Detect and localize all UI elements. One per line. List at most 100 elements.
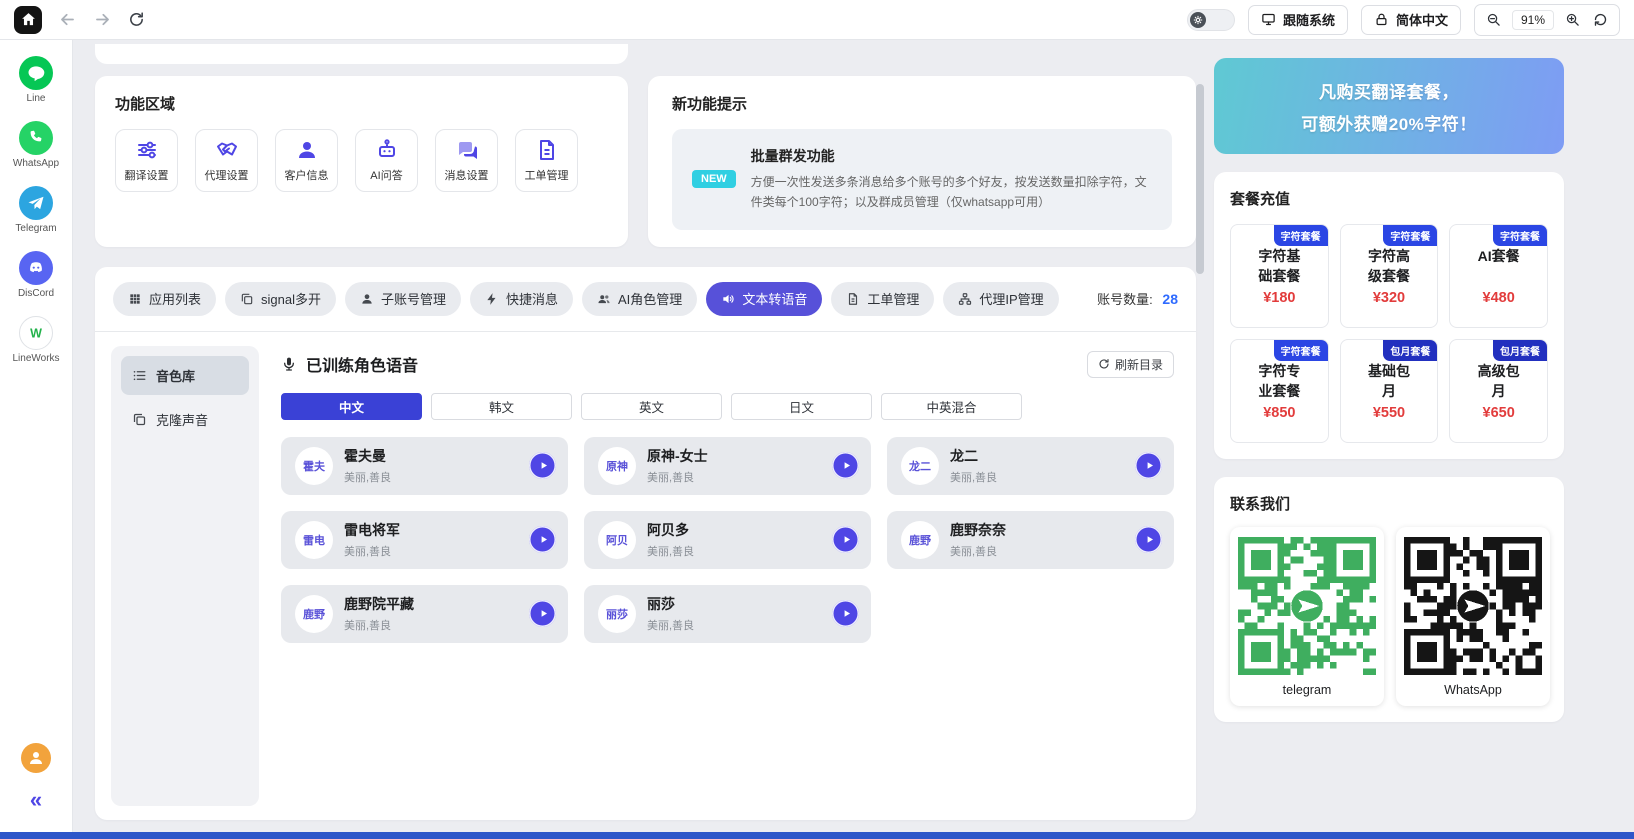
voice-card[interactable]: 丽莎 丽莎 美丽,善良 — [584, 584, 871, 643]
sidebar-app-item[interactable]: Telegram — [12, 186, 59, 234]
package-price: ¥550 — [1372, 405, 1406, 421]
qr-tile: WhatsApp — [1396, 527, 1550, 706]
package-card[interactable]: 字符套餐 字符高级套餐 ¥320 — [1339, 224, 1439, 328]
voice-card[interactable]: 阿贝 阿贝多 美丽,善良 — [584, 510, 871, 569]
zoom-in-button[interactable] — [1559, 7, 1585, 33]
package-name: 高级包月 — [1477, 363, 1520, 399]
play-icon — [537, 607, 550, 620]
main-tab[interactable]: signal多开 — [225, 281, 336, 316]
tab-label: 子账号管理 — [380, 292, 446, 308]
voice-desc: 美丽,善良 — [647, 546, 695, 559]
language-button[interactable]: 简体中文 — [1360, 4, 1461, 35]
voice-card[interactable]: 雷电 雷电将军 美丽,善良 — [281, 510, 568, 569]
function-label: 消息设置 — [444, 170, 489, 182]
collapse-sidebar-button[interactable]: « — [30, 789, 42, 811]
play-button[interactable] — [1135, 452, 1162, 480]
reset-icon — [1593, 12, 1608, 27]
tab-icon — [597, 292, 611, 306]
function-button[interactable]: 工单管理 — [515, 129, 578, 192]
refresh-icon — [128, 11, 145, 28]
promo-line1: 凡购买翻译套餐， — [1319, 82, 1459, 102]
package-card[interactable]: 包月套餐 高级包月 ¥650 — [1449, 339, 1548, 443]
language-tab[interactable]: 日文 — [731, 392, 872, 420]
function-label: 客户信息 — [284, 170, 329, 182]
function-button[interactable]: 消息设置 — [435, 129, 498, 192]
theme-toggle[interactable] — [1186, 8, 1235, 31]
package-badge: 字符套餐 — [1383, 225, 1438, 246]
app-label: Telegram — [15, 223, 57, 234]
feature-description: 方便一次性发送多条消息给多个账号的多个好友，按发送数量扣除字符，文件类每个100… — [750, 175, 1147, 210]
main-tab[interactable]: 子账号管理 — [344, 281, 461, 316]
main-tab[interactable]: 应用列表 — [113, 281, 217, 316]
sidebar-app-item[interactable]: Line — [12, 56, 59, 104]
package-badge: 包月套餐 — [1492, 340, 1547, 361]
refresh-page-button[interactable] — [128, 11, 145, 28]
main-tab-bar: 应用列表 signal多开 子账号管理 快捷消息 AI角色管理 文本转语音 工单… — [95, 267, 1196, 331]
app-label: WhatsApp — [12, 158, 60, 169]
zoom-out-button[interactable] — [1481, 7, 1507, 33]
language-tab[interactable]: 中英混合 — [881, 392, 1022, 420]
language-tab[interactable]: 中文 — [281, 392, 422, 420]
forward-button[interactable] — [93, 10, 112, 29]
language-tab-label: 韩文 — [488, 400, 514, 415]
subnav-item[interactable]: 音色库 — [121, 355, 249, 395]
language-tab[interactable]: 韩文 — [431, 392, 572, 420]
package-name: AI套餐 — [1477, 248, 1520, 264]
package-card[interactable]: 包月套餐 基础包月 ¥550 — [1339, 339, 1439, 443]
refresh-icon — [1098, 358, 1110, 370]
main-tab[interactable]: 文本转语音 — [706, 281, 823, 316]
account-count-label: 账号数量: — [1097, 292, 1153, 308]
main-tab[interactable]: 工单管理 — [831, 281, 935, 316]
sidebar-app-item[interactable]: WhatsApp — [12, 121, 59, 169]
voice-card[interactable]: 霍夫 霍夫曼 美丽,善良 — [281, 436, 568, 495]
voice-card[interactable]: 原神 原神-女士 美丽,善良 — [584, 436, 871, 495]
lock-icon — [1374, 12, 1389, 27]
home-button[interactable] — [14, 5, 42, 34]
function-button[interactable]: 翻译设置 — [115, 129, 178, 192]
app-icon — [19, 121, 53, 155]
voice-card[interactable]: 鹿野 鹿野奈奈 美丽,善良 — [887, 510, 1174, 569]
scrollbar-thumb[interactable] — [1196, 84, 1204, 274]
function-button[interactable]: 代理设置 — [195, 129, 258, 192]
main-tab[interactable]: 代理IP管理 — [943, 281, 1059, 316]
toggle-knob — [1189, 11, 1206, 28]
zoom-reset-button[interactable] — [1587, 7, 1613, 33]
qr-code — [1404, 537, 1542, 675]
language-tab[interactable]: 英文 — [581, 392, 722, 420]
sidebar-app-item[interactable]: DisCord — [12, 251, 59, 299]
follow-system-label: 跟随系统 — [1282, 13, 1335, 28]
back-button[interactable] — [58, 10, 77, 29]
new-feature-title: 新功能提示 — [672, 96, 748, 113]
play-icon — [1143, 459, 1156, 472]
language-tab-label: 中文 — [338, 400, 364, 415]
monitor-icon — [1261, 12, 1276, 27]
refresh-directory-button[interactable]: 刷新目录 — [1086, 350, 1174, 378]
function-button[interactable]: AI问答 — [355, 129, 418, 192]
package-card[interactable]: 字符套餐 字符基础套餐 ¥180 — [1230, 224, 1329, 328]
main-tab[interactable]: AI角色管理 — [582, 281, 698, 316]
follow-system-button[interactable]: 跟随系统 — [1247, 4, 1348, 35]
voice-card[interactable]: 龙二 龙二 美丽,善良 — [887, 436, 1174, 495]
play-button[interactable] — [529, 526, 556, 554]
subnav-label: 音色库 — [156, 368, 196, 384]
play-button[interactable] — [529, 452, 556, 480]
function-button[interactable]: 客户信息 — [275, 129, 338, 192]
sidebar-app-item[interactable]: W LineWorks — [12, 316, 60, 364]
play-button[interactable] — [832, 600, 859, 628]
package-name: 字符高级套餐 — [1367, 248, 1410, 284]
voice-card[interactable]: 鹿野 鹿野院平藏 美丽,善良 — [281, 584, 568, 643]
tab-label: 代理IP管理 — [979, 292, 1044, 308]
play-button[interactable] — [832, 526, 859, 554]
subnav-item[interactable]: 克隆声音 — [121, 400, 249, 439]
play-button[interactable] — [529, 600, 556, 628]
package-name: 字符基础套餐 — [1258, 248, 1301, 284]
user-avatar[interactable] — [21, 743, 51, 773]
package-card[interactable]: 字符套餐 字符专业套餐 ¥850 — [1230, 339, 1329, 443]
voice-avatar: 雷电 — [295, 520, 333, 559]
package-card[interactable]: 字符套餐 AI套餐 ¥480 — [1449, 224, 1548, 328]
voice-name: 丽莎 — [647, 596, 675, 613]
main-tab[interactable]: 快捷消息 — [470, 281, 574, 316]
play-button[interactable] — [832, 452, 859, 480]
tab-label: 文本转语音 — [742, 292, 808, 308]
play-button[interactable] — [1135, 526, 1162, 554]
